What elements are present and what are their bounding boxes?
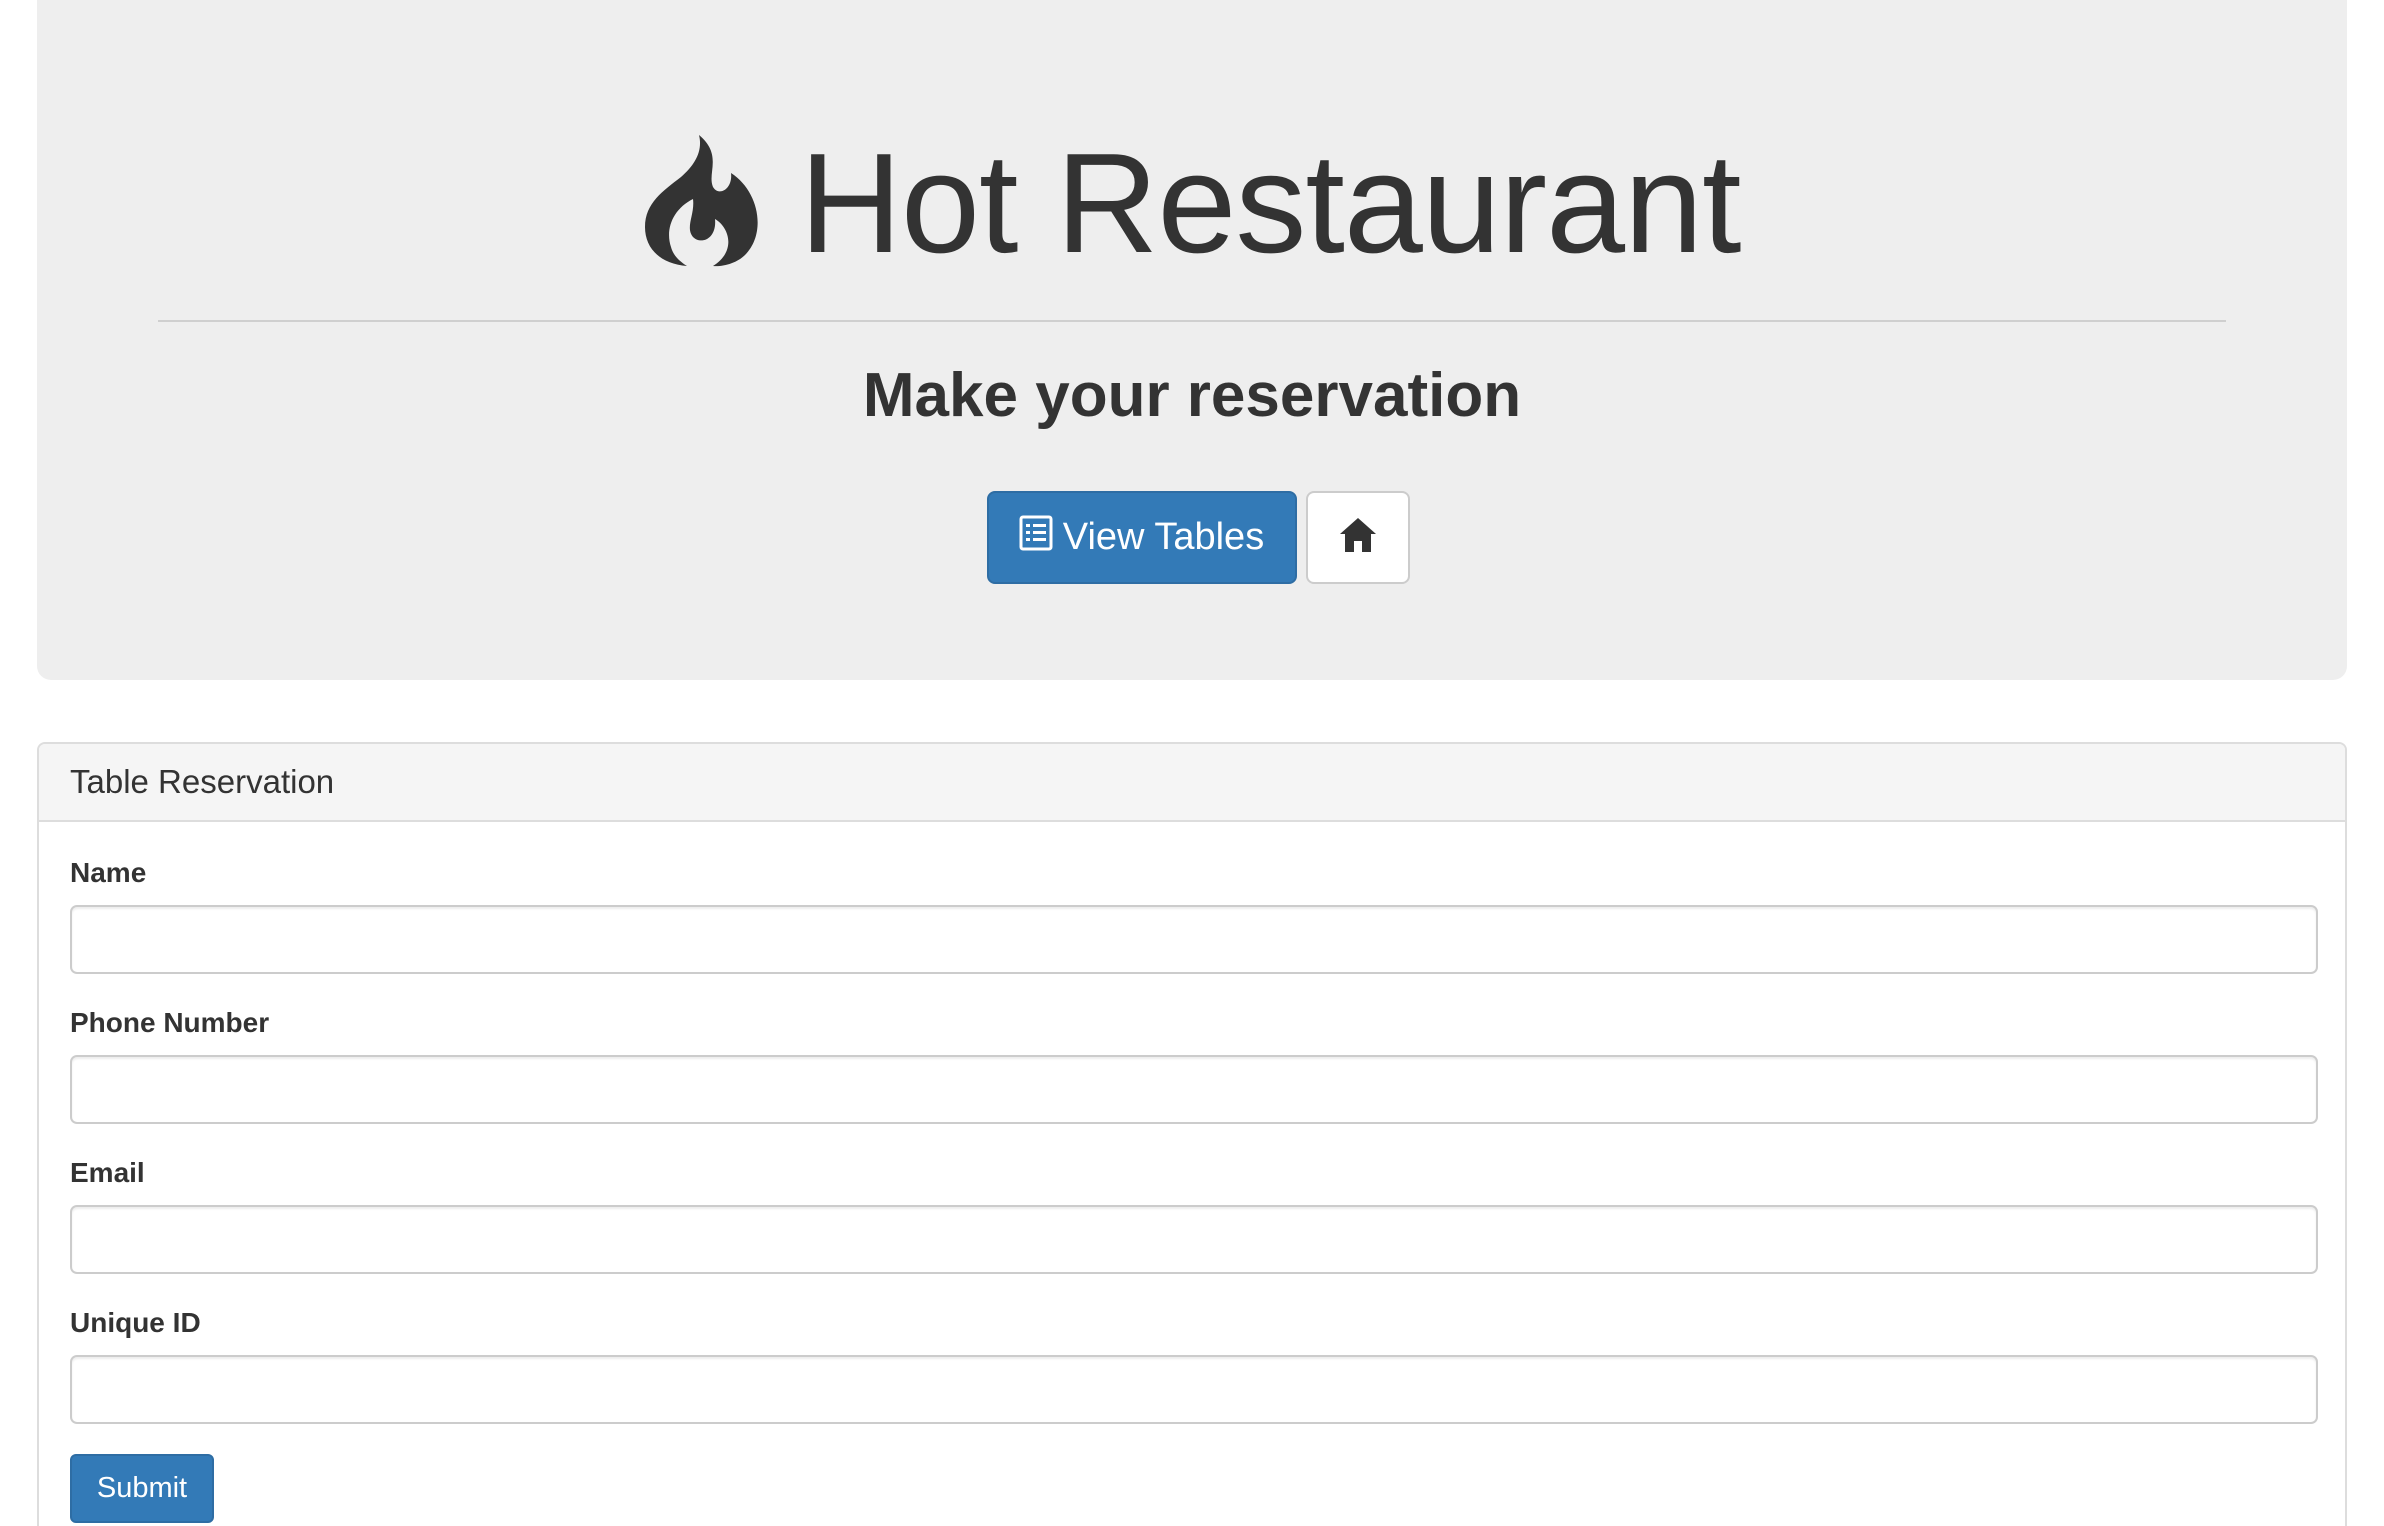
email-input[interactable] [70,1205,2318,1274]
phone-label: Phone Number [70,1007,270,1038]
page-subtitle: Make your reservation [862,361,1522,430]
brand-inner: Hot Restaurant [643,124,1742,283]
view-tables-button[interactable]: View Tables [986,491,1297,584]
brand: Hot Restaurant [37,120,2347,280]
header-buttons: View Tables [37,491,2347,584]
app-title: Hot Restaurant [799,124,1741,283]
view-tables-label: View Tables [1062,516,1265,558]
name-input[interactable] [70,905,2318,974]
reservation-panel: Table Reservation Name Phone Number Emai… [37,742,2347,1526]
email-label: Email [70,1157,145,1188]
list-alt-icon [1019,515,1053,561]
unique-id-label: Unique ID [70,1307,201,1338]
phone-input[interactable] [70,1055,2318,1124]
panel-heading: Table Reservation [39,744,2345,822]
divider [158,320,2226,322]
home-button[interactable] [1305,491,1410,584]
page: Hot Restaurant Make your reservation Vie… [0,0,2384,1526]
submit-button[interactable]: Submit [70,1454,214,1523]
name-label: Name [70,857,147,888]
home-icon [1338,516,1378,559]
flame-icon [643,133,761,267]
unique-id-input[interactable] [70,1355,2318,1424]
jumbotron: Hot Restaurant Make your reservation Vie… [37,0,2347,680]
